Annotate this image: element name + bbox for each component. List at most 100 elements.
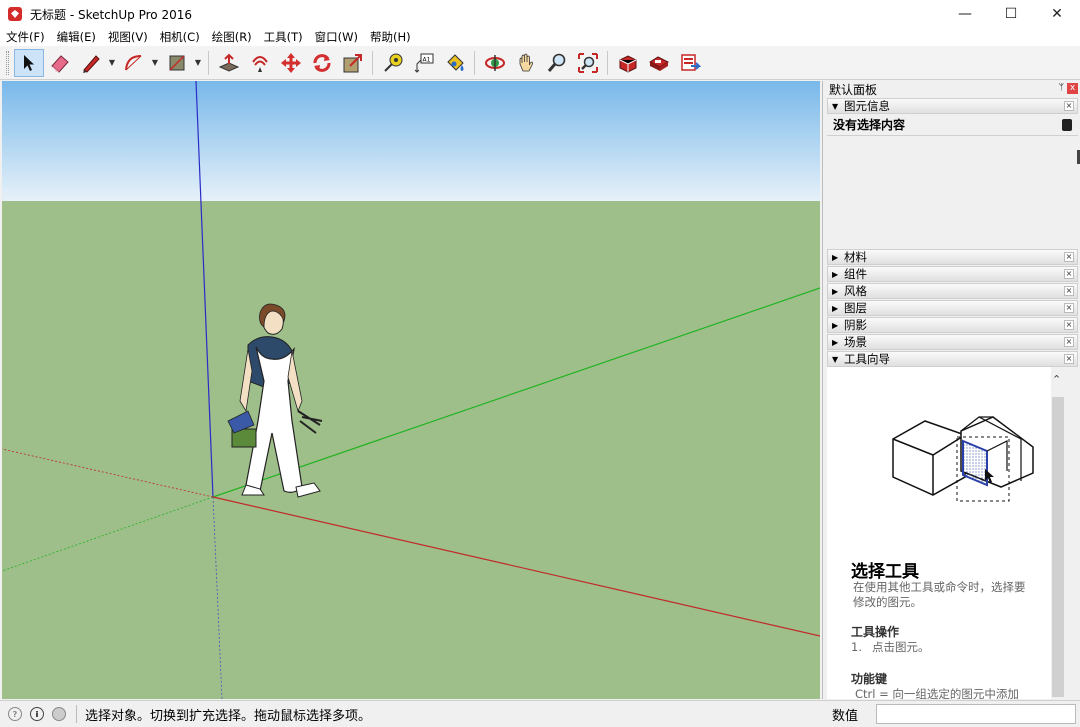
step-number: 1. (851, 640, 862, 654)
instructor-scrollbar[interactable]: ⌃ (1051, 367, 1065, 699)
menu-camera[interactable]: 相机(C) (154, 28, 206, 46)
panel-header-layers[interactable]: ▶ 图层 × (827, 300, 1078, 316)
3d-viewport[interactable] (2, 81, 820, 699)
offset-tool-button[interactable] (245, 49, 275, 77)
tape-measure-icon (383, 53, 402, 72)
ground-plane (2, 201, 820, 699)
panel-header-components[interactable]: ▶ 组件 × (827, 266, 1078, 282)
instructor-description: 在使用其他工具或命令时，选择要修改的图元。 (853, 580, 1026, 609)
menu-edit[interactable]: 编辑(E) (51, 28, 102, 46)
user-account-icon[interactable] (52, 707, 66, 721)
zoom-extents-tool-button[interactable] (573, 49, 603, 77)
rectangle-tool-button[interactable] (162, 49, 192, 77)
paint-bucket-icon (446, 53, 464, 71)
panel-header-instructor[interactable]: ▼ 工具向导 × (827, 351, 1078, 367)
menu-window[interactable]: 窗口(W) (309, 28, 364, 46)
panel-close-icon[interactable]: × (1064, 320, 1074, 330)
paint-bucket-tool-button[interactable] (440, 49, 470, 77)
scale-tool-button[interactable] (338, 49, 368, 77)
maximize-button[interactable]: ☐ (988, 0, 1034, 28)
zoom-tool-button[interactable] (542, 49, 572, 77)
push-pull-tool-button[interactable] (214, 49, 244, 77)
toolbar-grip[interactable] (6, 50, 9, 75)
instructor-modifier-header: 功能键 (851, 672, 888, 686)
pin-icon[interactable]: ᛘ (1059, 83, 1064, 93)
rotate-tool-button[interactable] (307, 49, 337, 77)
toolbar-separator (372, 50, 373, 75)
tray-close-button[interactable]: x (1067, 83, 1078, 94)
instructor-modifier-text: Ctrl = 向一组选定的图元中添加 (855, 687, 1019, 699)
panel-header-materials[interactable]: ▶ 材料 × (827, 249, 1078, 265)
main-toolbar: ▼ ▼ ▼ A1 (0, 46, 1080, 80)
menu-file[interactable]: 文件(F) (0, 28, 51, 46)
orbit-icon (484, 54, 505, 71)
rotate-icon (313, 53, 330, 72)
measurements-label: 数值 (832, 709, 859, 724)
panel-header-styles[interactable]: ▶ 风格 × (827, 283, 1078, 299)
warehouse-icon (619, 54, 636, 73)
panel-label: 风格 (844, 284, 867, 298)
push-pull-icon (218, 53, 239, 72)
arc-tool-button[interactable] (119, 49, 149, 77)
menu-help[interactable]: 帮助(H) (364, 28, 417, 46)
text-label-icon: A1 (414, 53, 433, 73)
geo-location-icon[interactable]: ? (8, 707, 22, 721)
text-tool-button[interactable]: A1 (409, 49, 439, 77)
scale-icon (343, 53, 362, 72)
panel-close-icon[interactable]: × (1064, 354, 1074, 364)
panel-close-icon[interactable]: × (1064, 303, 1074, 313)
orbit-tool-button[interactable] (480, 49, 510, 77)
expand-right-icon: ▶ (832, 252, 839, 262)
panel-label: 场景 (844, 335, 867, 349)
eraser-tool-button[interactable] (45, 49, 75, 77)
menu-tools[interactable]: 工具(T) (258, 28, 309, 46)
menu-draw[interactable]: 绘图(R) (206, 28, 258, 46)
send-to-layout-icon (680, 53, 701, 71)
tray-title: 默认面板 ᛘ x (823, 81, 1080, 97)
eraser-icon (50, 54, 69, 73)
pan-hand-icon (519, 53, 533, 71)
expand-right-icon: ▶ (832, 286, 839, 296)
shape-tool-dropdown-chevron-icon[interactable]: ▼ (192, 49, 204, 77)
expand-down-icon: ▼ (832, 101, 839, 111)
menu-bar: 文件(F) 编辑(E) 视图(V) 相机(C) 绘图(R) 工具(T) 窗口(W… (0, 28, 1080, 46)
panel-label: 组件 (844, 267, 867, 281)
instructor-panel: 选择工具 在使用其他工具或命令时，选择要修改的图元。 工具操作 1. 点击图元。 … (827, 367, 1063, 699)
scrollbar-thumb[interactable] (1052, 397, 1064, 697)
panel-header-scenes[interactable]: ▶ 场景 × (827, 334, 1078, 350)
move-tool-button[interactable] (276, 49, 306, 77)
select-tool-button[interactable] (13, 48, 44, 77)
extension-warehouse-button[interactable] (644, 49, 674, 77)
arc-tool-dropdown-chevron-icon[interactable]: ▼ (149, 49, 161, 77)
pan-tool-button[interactable] (511, 49, 541, 77)
panel-close-icon[interactable]: × (1064, 252, 1074, 262)
line-tool-button[interactable] (76, 49, 106, 77)
zoom-magnifier-icon (547, 53, 565, 72)
panel-close-icon[interactable]: × (1064, 337, 1074, 347)
sketchup-logo-icon (8, 7, 22, 21)
panel-label: 工具向导 (844, 352, 890, 366)
panel-close-icon[interactable]: × (1064, 286, 1074, 296)
expand-right-icon: ▶ (832, 320, 839, 330)
measurements-input[interactable] (876, 704, 1076, 724)
expand-right-icon: ▶ (832, 337, 839, 347)
send-to-layout-button[interactable] (675, 49, 705, 77)
pencil-icon (82, 54, 100, 73)
panel-header-shadows[interactable]: ▶ 阴影 × (827, 317, 1078, 333)
tape-measure-tool-button[interactable] (378, 49, 408, 77)
expand-right-icon: ▶ (832, 303, 839, 313)
panel-close-icon[interactable]: × (1064, 101, 1074, 111)
minimize-button[interactable]: — (942, 0, 988, 28)
lock-icon[interactable] (1062, 119, 1072, 131)
close-button[interactable]: ✕ (1034, 0, 1080, 28)
svg-text:A1: A1 (422, 56, 430, 63)
panel-header-entity-info[interactable]: ▼ 图元信息 × (827, 98, 1078, 114)
credits-info-icon[interactable]: i (30, 707, 44, 721)
3d-warehouse-button[interactable] (613, 49, 643, 77)
line-tool-dropdown-chevron-icon[interactable]: ▼ (106, 49, 118, 77)
panel-close-icon[interactable]: × (1064, 269, 1074, 279)
status-message: 选择对象。切换到扩充选择。拖动鼠标选择多项。 (85, 708, 372, 724)
scroll-up-chevron-icon[interactable]: ⌃ (1052, 373, 1061, 386)
rectangle-icon (168, 54, 185, 71)
menu-view[interactable]: 视图(V) (102, 28, 154, 46)
